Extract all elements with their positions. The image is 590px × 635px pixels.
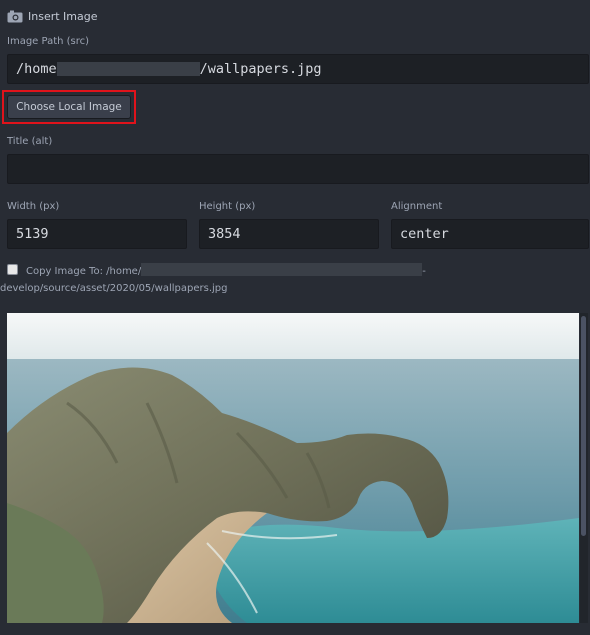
width-input[interactable]: 5139 xyxy=(7,219,187,249)
insert-image-dialog: Insert Image Image Path (src) /home /wal… xyxy=(0,0,590,635)
camera-icon xyxy=(7,10,23,22)
height-input[interactable]: 3854 xyxy=(199,219,379,249)
copy-image-option: Copy Image To: /home/ - develop/source/as… xyxy=(0,263,587,298)
title-alt-label: Title (alt) xyxy=(7,136,53,147)
image-path-prefix: /home xyxy=(16,61,57,77)
choose-local-image-button[interactable]: Choose Local Image xyxy=(7,95,131,119)
image-preview xyxy=(7,313,579,623)
redacted-copy-path xyxy=(141,263,423,276)
highlight-box: Choose Local Image xyxy=(2,90,136,124)
alignment-label: Alignment xyxy=(391,201,443,212)
image-path-input[interactable]: /home /wallpapers.jpg xyxy=(7,54,589,84)
image-path-suffix: /wallpapers.jpg xyxy=(199,61,322,77)
copy-path-line2: develop/source/asset/2020/05/wallpapers.… xyxy=(0,283,228,294)
dialog-header: Insert Image xyxy=(7,7,98,25)
redacted-path-segment xyxy=(56,62,200,76)
height-label: Height (px) xyxy=(199,201,256,212)
copy-image-checkbox[interactable] xyxy=(7,264,18,275)
image-path-label: Image Path (src) xyxy=(7,36,90,47)
preview-scrollbar-thumb[interactable] xyxy=(581,316,586,536)
copy-path-tail: - xyxy=(422,266,426,277)
title-alt-input[interactable] xyxy=(7,154,589,184)
dialog-title: Insert Image xyxy=(28,9,98,23)
width-label: Width (px) xyxy=(7,201,60,212)
alignment-input[interactable]: center xyxy=(391,219,589,249)
copy-image-label: Copy Image To: /home/ xyxy=(26,266,142,277)
